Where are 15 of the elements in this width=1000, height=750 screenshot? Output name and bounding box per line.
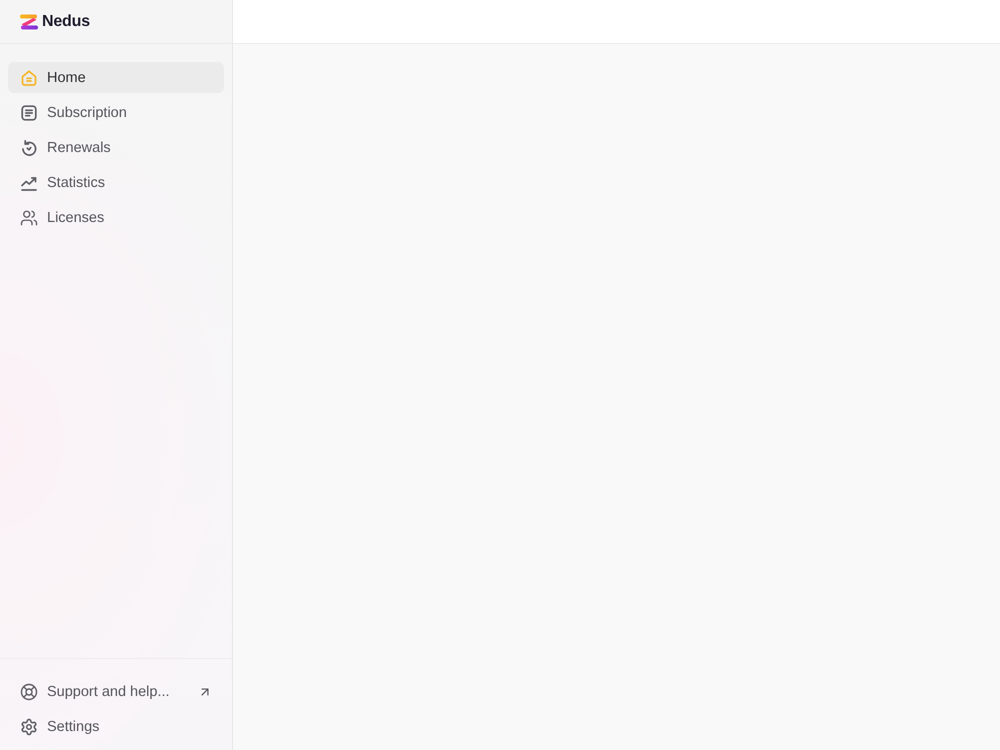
lifebuoy-icon — [20, 682, 38, 700]
nav-item[interactable]: Subscription — [8, 97, 224, 128]
nav-item[interactable]: Renewals — [8, 132, 224, 163]
nav-item[interactable]: Home — [8, 62, 224, 93]
brand-name: Nedus — [42, 12, 90, 30]
document-icon — [20, 104, 38, 122]
nav-item[interactable]: Licenses — [8, 202, 224, 233]
settings-icon — [20, 718, 38, 736]
users-icon — [20, 208, 38, 226]
logo-icon — [20, 12, 38, 30]
home-icon — [20, 68, 38, 86]
support-link[interactable]: Support and help... — [8, 676, 224, 707]
nav-item[interactable]: Statistics — [8, 167, 224, 198]
refresh-icon — [20, 138, 38, 156]
settings-link[interactable]: Settings — [8, 711, 224, 742]
